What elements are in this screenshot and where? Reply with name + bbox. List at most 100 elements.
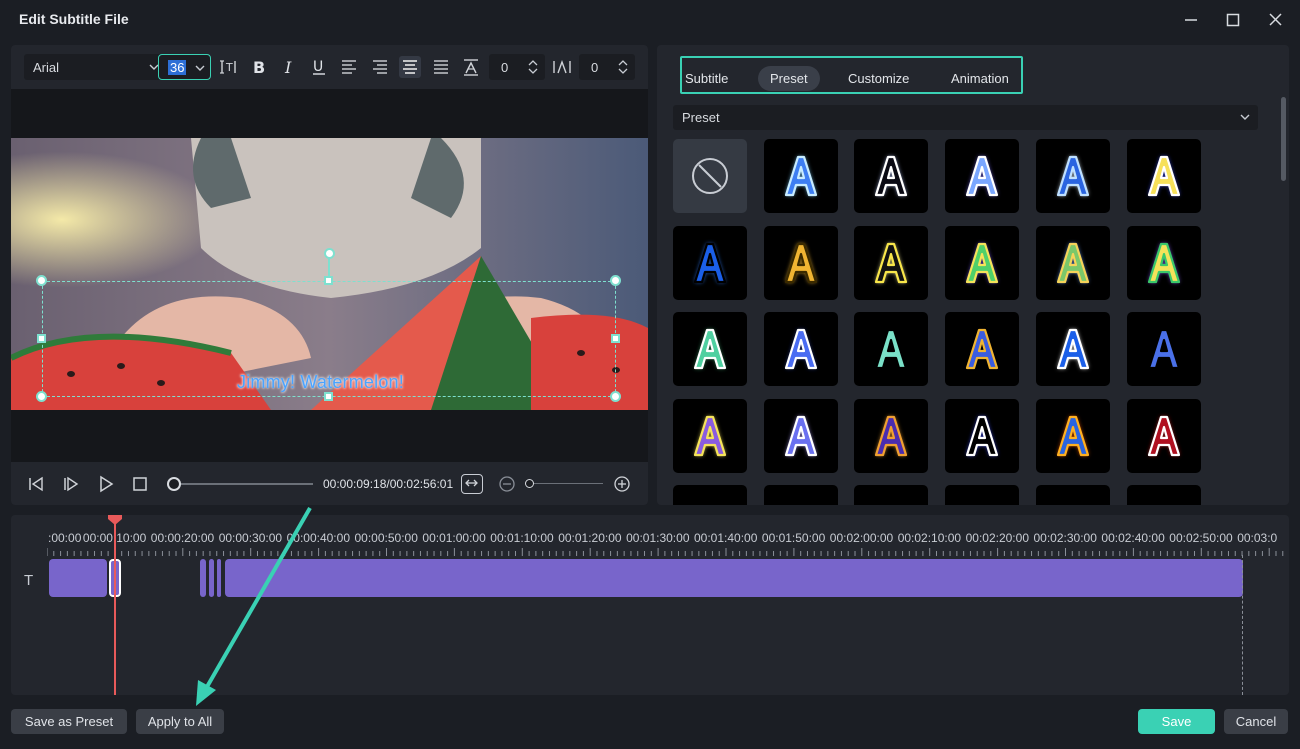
subtitle-clip[interactable] [209, 559, 214, 597]
italic-button[interactable]: I [278, 56, 300, 78]
tab-customize[interactable]: Customize [848, 66, 909, 91]
subtitle-clip[interactable] [200, 559, 206, 597]
resize-handle-top[interactable] [324, 276, 333, 285]
playhead[interactable] [114, 515, 116, 695]
tab-subtitle[interactable]: Subtitle [685, 66, 728, 91]
previous-frame-button[interactable] [27, 475, 45, 493]
resize-handle-bottom[interactable] [324, 392, 333, 401]
apply-to-all-button[interactable]: Apply to All [136, 709, 224, 734]
maximize-button[interactable] [1220, 8, 1246, 32]
close-button[interactable] [1262, 8, 1288, 32]
preset-item[interactable] [763, 398, 838, 473]
tab-preset[interactable]: Preset [758, 66, 820, 91]
underline-button[interactable]: U [308, 56, 330, 78]
minimize-button[interactable] [1178, 8, 1204, 32]
preset-item[interactable] [854, 312, 929, 386]
resize-handle-right[interactable] [611, 334, 620, 343]
playback-scrubber[interactable] [167, 483, 313, 485]
preset-item[interactable] [1126, 485, 1201, 505]
preset-item[interactable] [854, 139, 929, 213]
preset-item[interactable] [854, 485, 929, 505]
zoom-out-button[interactable] [498, 475, 516, 493]
preset-item[interactable] [1035, 225, 1110, 300]
subtitle-clip[interactable] [217, 559, 221, 597]
subtitle-clip[interactable] [225, 559, 1243, 597]
timeline-ruler[interactable]: :00:0000:00:10:0000:00:20:0000:00:30:000… [11, 531, 1289, 547]
resize-handle-top-left[interactable] [36, 275, 47, 286]
preset-item[interactable] [763, 485, 838, 505]
preset-item[interactable] [1126, 312, 1201, 386]
subtitle-selection-box[interactable] [42, 281, 616, 397]
preset-item[interactable] [945, 398, 1020, 473]
video-preview[interactable]: Jimmy! Watermelon! [11, 138, 648, 410]
preset-item[interactable] [945, 485, 1020, 505]
save-as-preset-button[interactable]: Save as Preset [11, 709, 127, 734]
preset-item[interactable] [945, 312, 1020, 386]
line-spacing-stepper[interactable]: 0 [579, 54, 635, 80]
zoom-out-icon [499, 476, 515, 492]
preset-item[interactable] [945, 139, 1020, 213]
bold-button[interactable]: B [248, 56, 270, 78]
save-button[interactable]: Save [1138, 709, 1215, 734]
preset-letter-icon [1147, 415, 1180, 456]
stepper-arrows-icon[interactable] [527, 58, 539, 76]
preset-none[interactable] [673, 139, 747, 213]
preset-item[interactable] [763, 225, 838, 300]
resize-handle-bottom-left[interactable] [36, 391, 47, 402]
preset-letter-icon [784, 155, 817, 197]
preset-item[interactable] [1035, 485, 1110, 505]
subtitle-clip[interactable] [49, 559, 107, 597]
preset-item[interactable] [1035, 312, 1110, 386]
resize-handle-bottom-right[interactable] [610, 391, 621, 402]
preset-item[interactable] [1126, 398, 1201, 473]
preset-item[interactable] [1126, 225, 1201, 300]
preset-item[interactable] [854, 398, 929, 473]
preset-letter-icon [693, 328, 727, 370]
ruler-label: 00:01:20:00 [558, 531, 622, 545]
align-right-button[interactable] [369, 56, 391, 78]
ruler-label: :00:00 [48, 531, 82, 545]
zoom-in-button[interactable] [613, 475, 631, 493]
font-family-select[interactable]: Arial [24, 54, 166, 80]
font-size-select[interactable]: 36 [158, 54, 211, 80]
play-button[interactable] [97, 475, 115, 493]
preset-letter-icon [1056, 242, 1089, 283]
zoom-slider[interactable] [529, 483, 603, 484]
preset-item[interactable] [673, 398, 747, 473]
resize-handle-left[interactable] [37, 334, 46, 343]
stepper-arrows-icon[interactable] [617, 58, 629, 76]
align-justify-button[interactable] [430, 56, 452, 78]
preset-item[interactable] [945, 225, 1020, 300]
preset-item[interactable] [1035, 139, 1110, 213]
rotate-handle[interactable] [324, 248, 335, 259]
preset-item[interactable] [854, 225, 929, 300]
text-direction-icon: T [220, 60, 236, 74]
ruler-label: 00:01:30:00 [626, 531, 690, 545]
preset-item[interactable] [673, 485, 747, 505]
character-spacing-stepper[interactable]: 0 [489, 54, 545, 80]
preset-category-dropdown[interactable]: Preset [673, 105, 1258, 130]
preset-letter-icon [1147, 155, 1180, 197]
preset-item[interactable] [763, 139, 838, 213]
timeline-end-marker [1242, 555, 1243, 695]
align-center-button[interactable] [399, 56, 421, 78]
stop-button[interactable] [131, 475, 149, 493]
scrubber-knob[interactable] [167, 477, 182, 491]
cancel-button[interactable]: Cancel [1224, 709, 1288, 734]
preset-item[interactable] [1035, 398, 1110, 473]
fit-view-button[interactable] [461, 474, 483, 494]
align-left-button[interactable] [338, 56, 360, 78]
text-baseline-button[interactable] [460, 56, 482, 78]
next-frame-button[interactable] [62, 475, 80, 493]
tab-animation[interactable]: Animation [951, 66, 1009, 91]
preset-letter-icon [1056, 155, 1089, 197]
zoom-slider-knob[interactable] [525, 479, 534, 488]
preset-item[interactable] [673, 225, 747, 300]
preset-scrollbar[interactable] [1281, 97, 1286, 181]
playhead-handle-icon[interactable] [108, 515, 122, 525]
resize-handle-top-right[interactable] [610, 275, 621, 286]
preset-item[interactable] [763, 312, 838, 386]
preset-item[interactable] [673, 312, 747, 386]
text-direction-button[interactable]: T [218, 56, 240, 78]
preset-item[interactable] [1126, 139, 1201, 213]
